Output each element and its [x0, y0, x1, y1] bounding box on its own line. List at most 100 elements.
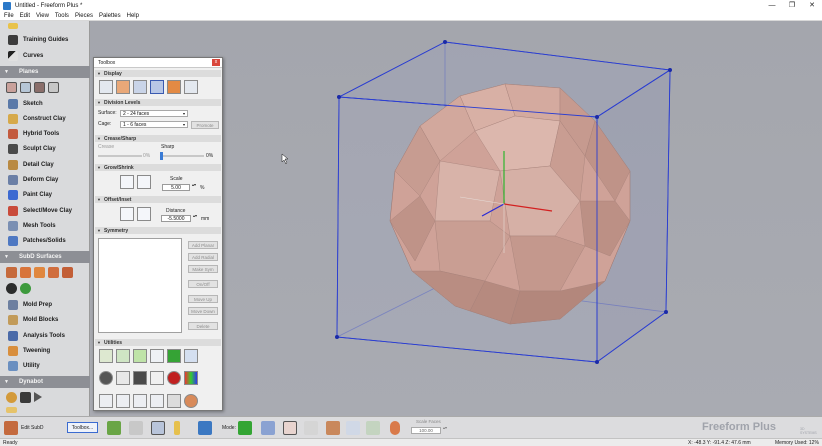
subd-paint-icon[interactable] [198, 421, 212, 435]
scale-faces-spinner-icon[interactable]: ▴▾ [443, 425, 447, 430]
select-faces-icon[interactable] [99, 349, 113, 363]
subd-torus-icon[interactable] [48, 267, 59, 278]
move-down-button[interactable]: Move Down [188, 307, 218, 315]
plane-icon[interactable] [6, 82, 17, 93]
toolbox-button[interactable]: Toolbox... [67, 422, 98, 433]
section-symmetry[interactable]: ▼ Symmetry [95, 227, 221, 234]
select-loop-icon[interactable] [133, 349, 147, 363]
path-tool-icon[interactable] [133, 394, 147, 408]
play-icon[interactable] [34, 392, 42, 402]
menu-pieces[interactable]: Pieces [75, 13, 93, 19]
select-all-icon[interactable] [167, 349, 181, 363]
subd-cylinder-icon[interactable] [34, 267, 45, 278]
circle-tool-icon[interactable] [99, 371, 113, 385]
on-off-button[interactable]: On/Off [188, 280, 218, 288]
display-smooth-icon[interactable] [116, 80, 130, 94]
select-invert-icon[interactable] [184, 349, 198, 363]
sidebar-item-detail-clay[interactable]: Detail Clay [0, 158, 90, 172]
section-subd-surfaces[interactable]: ▼ SubD Surfaces [0, 251, 90, 263]
scale-faces-input[interactable]: 100.00 [411, 427, 441, 434]
sidebar-item-utility[interactable]: Utility [0, 359, 90, 373]
sharp-slider[interactable] [160, 152, 204, 160]
subd-grid-icon[interactable] [129, 421, 143, 435]
menu-help[interactable]: Help [127, 13, 139, 19]
sidebar-item-deform-clay[interactable]: Deform Clay [0, 173, 90, 187]
subd-pencil-icon[interactable] [174, 421, 180, 435]
select-mode-icon[interactable] [238, 421, 252, 435]
menu-tools[interactable]: Tools [55, 13, 69, 19]
section-grow-shrink[interactable]: ▼ Grow/Shrink [95, 164, 221, 171]
inset-icon[interactable] [137, 207, 151, 221]
display-xray-icon[interactable] [184, 80, 198, 94]
toolbox-titlebar[interactable]: Toolbox x [94, 58, 222, 68]
sidebar-item-construct-clay[interactable]: Construct Clay [0, 112, 90, 126]
extrude-mode-icon[interactable] [326, 421, 340, 435]
frame-tool-icon[interactable] [150, 371, 164, 385]
offset-icon[interactable] [120, 207, 134, 221]
select-ring-icon[interactable] [150, 349, 164, 363]
sidebar-item-mold-blocks[interactable]: Mold Blocks [0, 313, 90, 327]
section-planes[interactable]: ▼ Planes [0, 66, 90, 78]
minimize-button[interactable]: — [762, 0, 782, 12]
sidebar-item-mold-prep[interactable]: Mold Prep [0, 298, 90, 312]
plane-xy-icon[interactable] [20, 82, 31, 93]
palette-tool-icon[interactable] [184, 371, 198, 385]
surface-dropdown[interactable]: 2 - 24 faces ▾ [120, 110, 188, 117]
cage-dropdown[interactable]: 1 - 6 faces ▾ [120, 121, 188, 128]
sidebar-item-analysis-tools[interactable]: Analysis Tools [0, 329, 90, 343]
move-up-button[interactable]: Move Up [188, 295, 218, 303]
section-utilities[interactable]: ▼ Utilities [95, 339, 221, 346]
sphere-tool-icon[interactable] [184, 394, 198, 408]
crease-slider[interactable] [98, 155, 142, 157]
sidebar-item-training-guides[interactable]: Training Guides [0, 33, 90, 47]
dynabot-record-icon[interactable] [6, 392, 17, 403]
lasso-tool-icon[interactable] [150, 394, 164, 408]
scale-mode-icon[interactable] [283, 421, 297, 435]
section-offset-inset[interactable]: ▼ Offset/Inset [95, 196, 221, 203]
promote-button[interactable]: Promote [191, 121, 219, 129]
distance-spinner-icon[interactable]: ▴▾ [193, 213, 197, 218]
add-radial-button[interactable]: Add Radial [188, 253, 218, 261]
section-crease-sharp[interactable]: ▼ Crease/Sharp [95, 135, 221, 142]
subd-sphere-icon[interactable] [62, 267, 73, 278]
plane-move-icon[interactable] [34, 82, 45, 93]
clay-mode-icon[interactable] [390, 421, 400, 435]
select-grow-icon[interactable] [116, 349, 130, 363]
scale-spinner-icon[interactable]: ▴▾ [192, 182, 196, 187]
menu-edit[interactable]: Edit [20, 13, 30, 19]
subd-curves-icon[interactable] [107, 421, 121, 435]
display-cage-icon[interactable] [133, 80, 147, 94]
delete-button[interactable]: Delete [188, 322, 218, 330]
distance-input[interactable]: -5.5000 [161, 215, 191, 222]
section-dynabot[interactable]: ▼ Dynabot [0, 376, 90, 388]
color-tool-icon[interactable] [167, 371, 181, 385]
curve-tool-icon[interactable] [116, 394, 130, 408]
sidebar-item-sketch[interactable]: Sketch [0, 97, 90, 111]
shrink-icon[interactable] [137, 175, 151, 189]
sharp-slider-handle[interactable] [160, 152, 163, 160]
eraser-tool-icon[interactable] [167, 394, 181, 408]
close-button[interactable]: ✕ [802, 0, 822, 12]
section-display[interactable]: ▼ Display [95, 70, 221, 77]
sidebar-item-hybrid-tools[interactable]: Hybrid Tools [0, 127, 90, 141]
menu-file[interactable]: File [4, 13, 14, 19]
section-division-levels[interactable]: ▼ Division Levels [95, 99, 221, 106]
move-mode-icon[interactable] [261, 421, 275, 435]
menu-view[interactable]: View [36, 13, 49, 19]
display-cube-icon[interactable] [167, 80, 181, 94]
split-tool-icon[interactable] [116, 371, 130, 385]
subd-shape-icon[interactable] [6, 267, 17, 278]
dots-tool-icon[interactable] [99, 394, 113, 408]
sidebar-item-patches-solids[interactable]: Patches/Solids [0, 234, 90, 248]
plane-align-icon[interactable] [48, 82, 59, 93]
sidebar-item-tweening[interactable]: Tweening [0, 344, 90, 358]
bevel-mode-icon[interactable] [346, 421, 360, 435]
rotate-mode-icon[interactable] [304, 421, 318, 435]
display-wire-icon[interactable] [99, 80, 113, 94]
maximize-button[interactable]: ❐ [782, 0, 802, 12]
subd-checker-icon[interactable] [6, 283, 17, 294]
toolbox-close-button[interactable]: x [212, 59, 220, 66]
bridge-mode-icon[interactable] [366, 421, 380, 435]
sidebar-item-paint-clay[interactable]: Paint Clay [0, 188, 90, 202]
make-sym-button[interactable]: Make Sym [188, 265, 218, 273]
